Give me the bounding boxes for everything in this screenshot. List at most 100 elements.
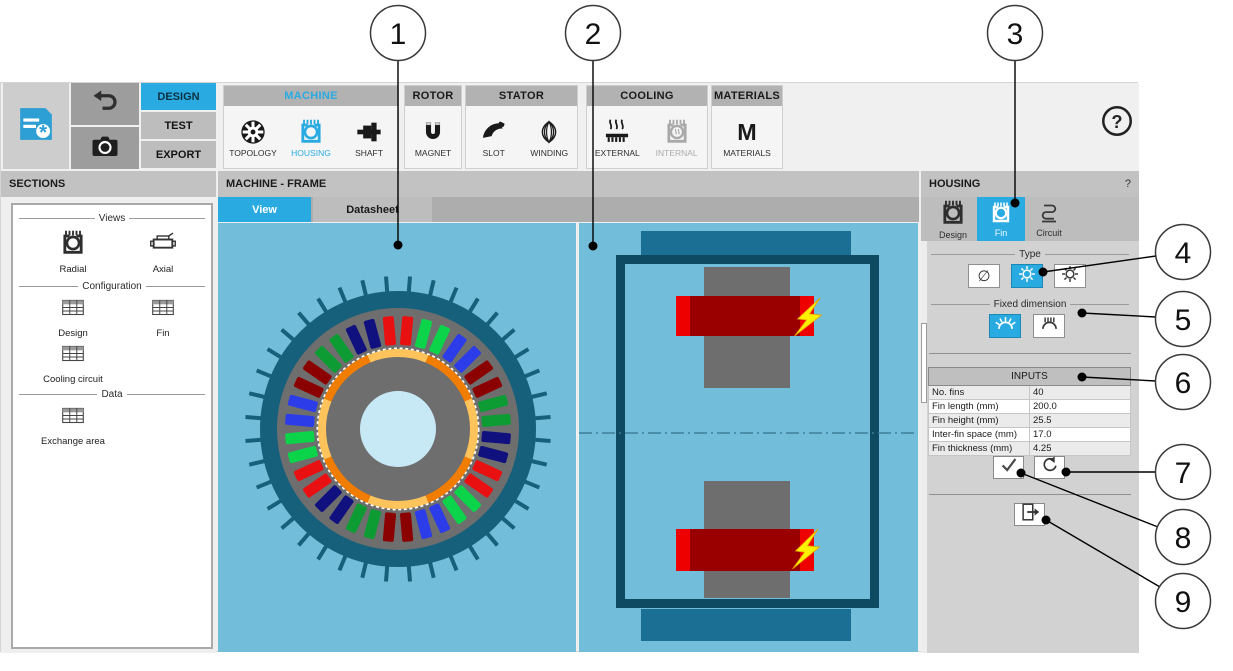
callout-9: 9 xyxy=(1175,586,1192,619)
ribbon-group-title: MATERIALS xyxy=(712,86,782,106)
axial-fin-icon xyxy=(1060,264,1080,288)
test-mode-button[interactable]: TEST xyxy=(141,112,216,139)
fin-type-radial-button[interactable] xyxy=(1011,264,1043,288)
axial-view-icon xyxy=(148,229,178,262)
slot-icon xyxy=(480,117,508,147)
ribbon-item-winding[interactable]: WINDING xyxy=(522,117,578,158)
sidebar-item-design[interactable]: Design xyxy=(41,295,105,339)
ribbon-group-cooling: COOLING EXTERNAL INTERNAL xyxy=(586,85,708,169)
input-value[interactable]: 17.0 xyxy=(1029,427,1131,442)
callout-4: 4 xyxy=(1175,237,1192,270)
refresh-icon xyxy=(1040,455,1060,480)
fin-tip-fixed-icon xyxy=(1039,314,1060,339)
ribbon-group-materials: MATERIALS M MATERIALS xyxy=(711,85,783,169)
housing-icon xyxy=(297,117,325,147)
ribbon-item-materials[interactable]: M MATERIALS xyxy=(718,117,776,158)
undo-button[interactable] xyxy=(71,83,139,125)
sidebar-item-cooling-circuit[interactable]: Cooling circuit xyxy=(41,341,105,385)
magnet-icon xyxy=(420,117,446,147)
ribbon-group-title: MACHINE xyxy=(224,86,398,106)
fixed-dim-fin-base-button[interactable] xyxy=(989,314,1021,338)
camera-icon xyxy=(90,131,120,166)
housing-tab-bar: Design Fin Circuit xyxy=(921,197,1139,241)
radial-view-icon xyxy=(59,229,87,262)
sidebar-item-fin[interactable]: Fin xyxy=(131,295,195,339)
toolbar: * DESIGN TEST EXPORT MACHINE TOPOLOGY HO… xyxy=(1,83,1139,171)
panel-help-icon[interactable]: ? xyxy=(1125,178,1131,190)
input-value[interactable]: 4.25 xyxy=(1029,441,1131,456)
fin-base-fixed-icon xyxy=(994,314,1016,339)
apply-button[interactable] xyxy=(993,456,1024,479)
housing-tab-design[interactable]: Design xyxy=(929,197,977,241)
sidebar-item-axial[interactable]: Axial xyxy=(131,229,195,275)
housing-tab-fin[interactable]: Fin xyxy=(977,197,1025,241)
ribbon-item-cooling-internal: INTERNAL xyxy=(648,117,706,158)
radial-view-canvas xyxy=(218,223,576,652)
materials-icon: M xyxy=(733,117,761,147)
export-data-button[interactable] xyxy=(1014,503,1045,526)
fin-type-axial-button[interactable] xyxy=(1054,264,1086,288)
data-legend: Data xyxy=(19,389,205,400)
ribbon-item-magnet[interactable]: MAGNET xyxy=(405,117,461,158)
separator xyxy=(929,494,1131,495)
fin-tab-icon xyxy=(989,201,1013,227)
sidebar-item-exchange-area[interactable]: Exchange area xyxy=(41,403,105,447)
check-icon xyxy=(998,454,1020,481)
cooling-circuit-table-icon xyxy=(58,341,88,372)
input-label: Fin length (mm) xyxy=(928,399,1030,414)
callout-7: 7 xyxy=(1175,457,1192,490)
ribbon-item-topology[interactable]: TOPOLOGY xyxy=(224,117,282,158)
ribbon-group-title: COOLING xyxy=(587,86,707,106)
save-icon: * xyxy=(17,105,55,148)
input-value[interactable]: 200.0 xyxy=(1029,399,1131,414)
tab-view[interactable]: View xyxy=(218,197,311,222)
help-button[interactable]: ? xyxy=(1101,105,1133,139)
no-fin-icon: ∅ xyxy=(977,268,991,285)
views-legend: Views xyxy=(19,213,205,224)
svg-text:M: M xyxy=(737,119,756,145)
ribbon-item-shaft[interactable]: SHAFT xyxy=(340,117,398,158)
ribbon-item-cooling-external[interactable]: EXTERNAL xyxy=(588,117,646,158)
screenshot-button[interactable] xyxy=(71,127,139,169)
input-value[interactable]: 25.5 xyxy=(1029,413,1131,428)
inputs-table-header: INPUTS xyxy=(928,367,1131,386)
fixed-dim-fin-tip-button[interactable] xyxy=(1033,314,1065,338)
fin-table-icon xyxy=(148,295,178,326)
callout-1: 1 xyxy=(390,18,407,51)
fin-type-none-button[interactable]: ∅ xyxy=(968,264,1000,288)
export-icon xyxy=(1019,501,1041,528)
reset-button[interactable] xyxy=(1034,456,1065,479)
ribbon-item-housing[interactable]: HOUSING xyxy=(282,117,340,158)
input-label: Fin height (mm) xyxy=(928,413,1030,428)
callout-3: 3 xyxy=(1007,18,1024,51)
external-cooling-icon xyxy=(603,117,631,147)
callout-5: 5 xyxy=(1175,304,1192,337)
input-label: Inter-fin space (mm) xyxy=(928,427,1030,442)
ribbon-item-slot[interactable]: SLOT xyxy=(466,117,522,158)
svg-text:*: * xyxy=(39,120,47,142)
panel-scrollbar[interactable] xyxy=(921,197,927,653)
table-row: Fin height (mm) 25.5 xyxy=(928,413,1131,428)
ribbon-group-stator: STATOR SLOT WINDING xyxy=(465,85,578,169)
design-mode-button[interactable]: DESIGN xyxy=(141,83,216,110)
save-button[interactable]: * xyxy=(3,83,69,169)
radial-fin-icon xyxy=(1017,264,1037,288)
fixed-dimension-legend: Fixed dimension xyxy=(931,299,1129,310)
type-legend: Type xyxy=(931,249,1129,260)
configuration-legend: Configuration xyxy=(19,281,205,292)
ribbon-group-title: ROTOR xyxy=(405,86,461,106)
export-mode-button[interactable]: EXPORT xyxy=(141,141,216,168)
sidebar-item-radial[interactable]: Radial xyxy=(41,229,105,275)
tab-datasheet[interactable]: Datasheet xyxy=(313,197,432,222)
exchange-area-table-icon xyxy=(58,403,88,434)
sections-box: Views Radial Axial Configuration Design xyxy=(11,203,213,649)
housing-tab-circuit[interactable]: Circuit xyxy=(1025,197,1073,241)
circuit-tab-icon xyxy=(1037,201,1061,227)
callout-6: 6 xyxy=(1175,367,1192,400)
inputs-table: INPUTS No. fins 40 Fin length (mm) 200.0… xyxy=(928,367,1131,456)
input-value[interactable]: 40 xyxy=(1029,385,1131,400)
housing-panel-title: HOUSING xyxy=(929,178,981,190)
ribbon-group-rotor: ROTOR MAGNET xyxy=(404,85,462,169)
ribbon-group-machine: MACHINE TOPOLOGY HOUSING SHAFT xyxy=(223,85,399,169)
ribbon-group-title: STATOR xyxy=(466,86,577,106)
